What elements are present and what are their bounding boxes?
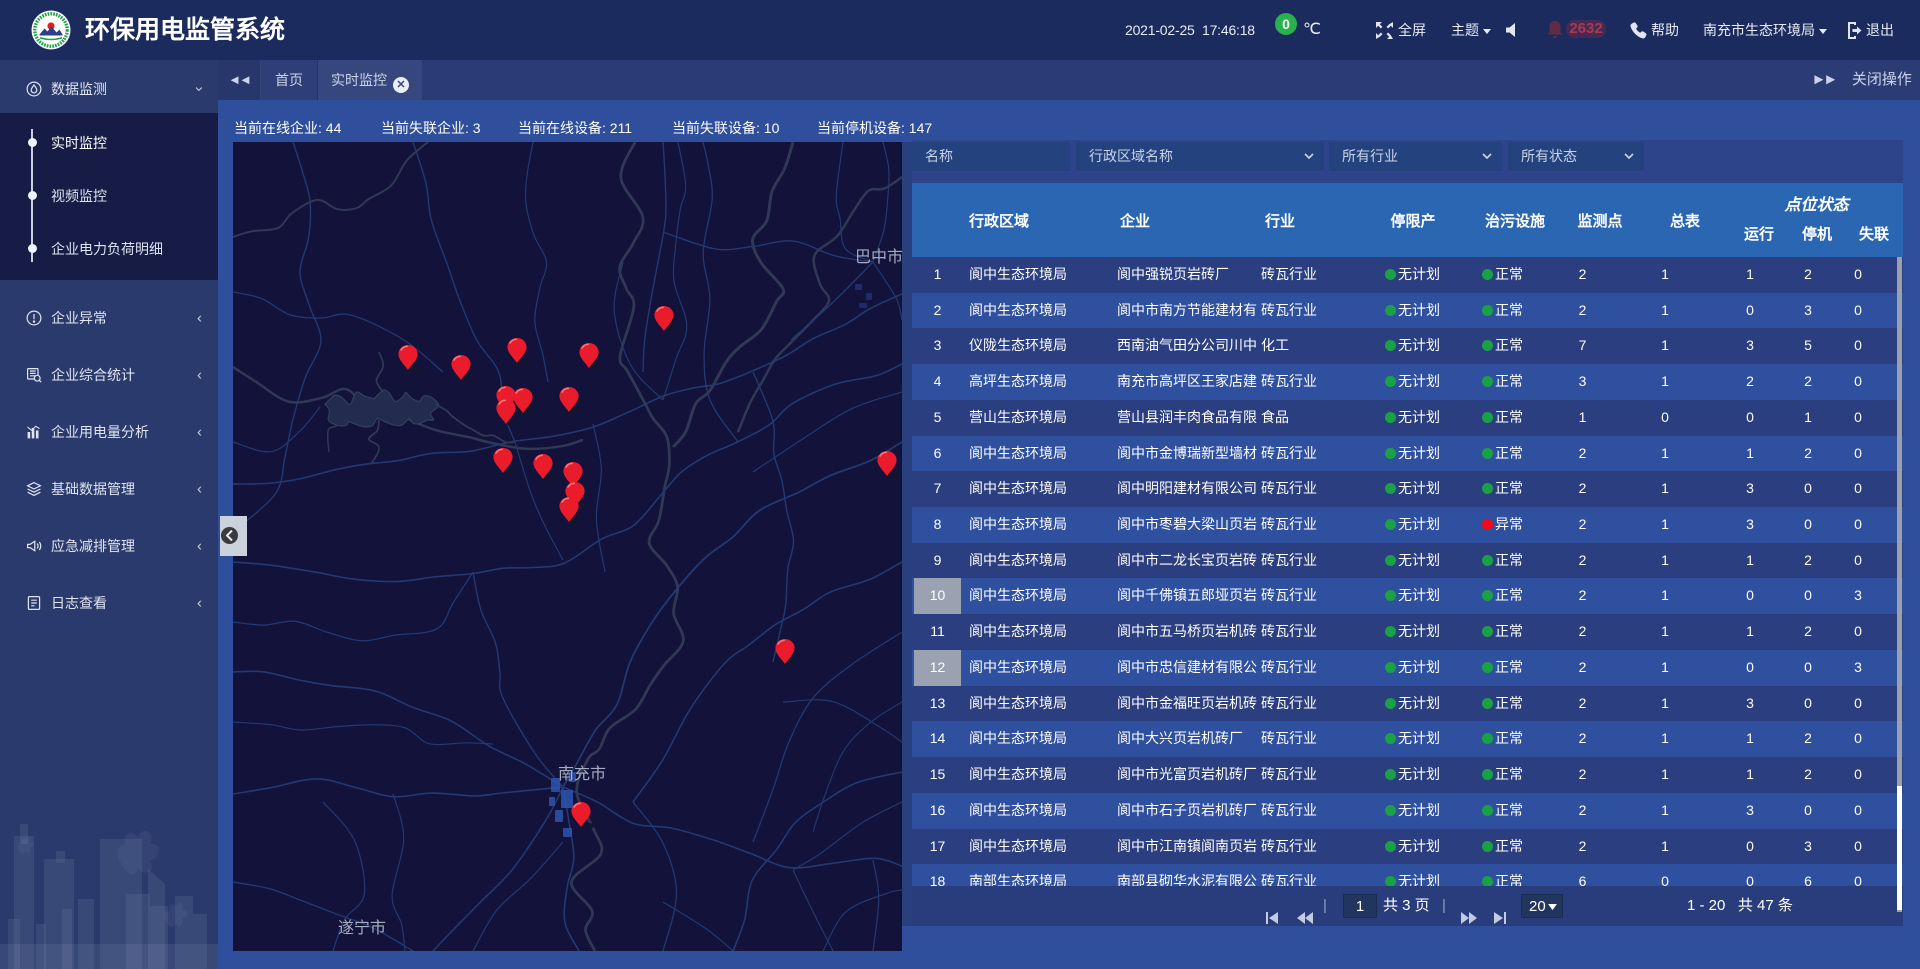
svg-text:巴中市: 巴中市 bbox=[855, 248, 902, 266]
svg-text:南充市: 南充市 bbox=[558, 765, 606, 783]
svg-text:遂宁市: 遂宁市 bbox=[338, 919, 386, 937]
